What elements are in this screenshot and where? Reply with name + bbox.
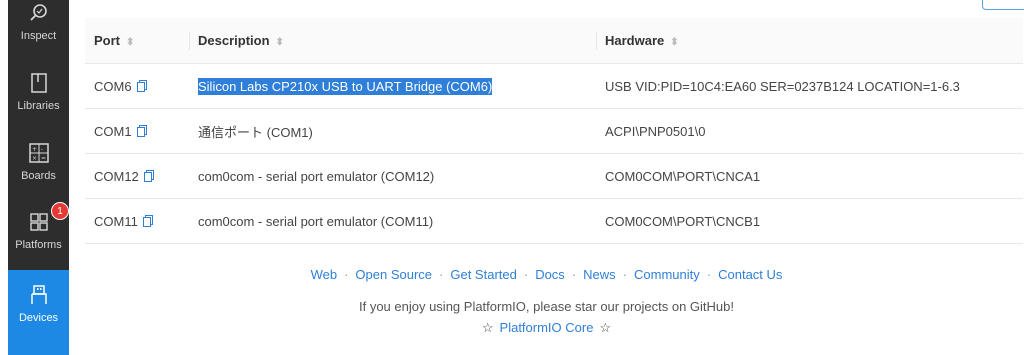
column-header-hardware[interactable]: Hardware ⬍: [596, 18, 1023, 64]
sidebar-item-devices[interactable]: Devices: [8, 270, 69, 355]
grid-icon: [26, 209, 52, 235]
table-row: COM12 com0com - serial port emulator (CO…: [85, 153, 1023, 199]
table-row: COM6 Silicon Labs CP210x USB to UART Bri…: [85, 63, 1023, 109]
footer-link-community[interactable]: Community: [634, 267, 700, 282]
footer-link-get-started[interactable]: Get Started: [450, 267, 516, 282]
sidebar: Inspect Libraries + - × = Boards Platforms …: [8, 0, 69, 355]
sidebar-item-label: Devices: [18, 312, 59, 324]
column-header-label: Description: [198, 33, 270, 48]
description-cell[interactable]: 通信ポート (COM1): [189, 108, 596, 154]
footer-message: If you enjoy using PlatformIO, please st…: [358, 299, 734, 314]
svg-text:=: =: [41, 155, 46, 162]
search-icon: [26, 0, 52, 26]
separator-dot: ·: [439, 267, 444, 282]
footer-core-row: ☆ PlatformIO Core ☆: [69, 320, 1024, 336]
footer-link-news[interactable]: News: [583, 267, 616, 282]
table-row: COM11 com0com - serial port emulator (CO…: [85, 198, 1023, 244]
sidebar-item-label: Boards: [21, 170, 56, 182]
copy-icon[interactable]: [142, 214, 153, 227]
notification-badge: 1: [51, 202, 69, 220]
sidebar-item-label: Platforms: [15, 239, 62, 251]
sidebar-item-label: Inspect: [20, 30, 57, 42]
sort-icon[interactable]: ⬍: [276, 37, 284, 48]
ports-table: Port ⬍ Description ⬍ Hardware ⬍ COM6 Silico…: [85, 18, 1023, 244]
sort-icon[interactable]: ⬍: [670, 37, 678, 48]
footer-link-open-source[interactable]: Open Source: [355, 267, 432, 282]
svg-text:×: ×: [32, 155, 37, 162]
column-header-description[interactable]: Description ⬍: [189, 18, 596, 64]
hardware-cell[interactable]: ACPI\PNP0501\0: [596, 108, 1023, 154]
sidebar-item-libraries[interactable]: Libraries: [8, 62, 69, 130]
description-cell: Silicon Labs CP210x USB to UART Bridge (…: [189, 63, 596, 109]
table-row: COM1 通信ポート (COM1) ACPI\PNP0501\0: [85, 108, 1023, 154]
calculator-icon: + - × =: [26, 140, 52, 166]
hardware-cell[interactable]: COM0COM\PORT\CNCA1: [596, 153, 1023, 199]
footer-links: Web · Open Source · Get Started · Docs · News · Co…: [69, 267, 1024, 282]
svg-text:-: -: [41, 146, 43, 153]
book-icon: [26, 70, 52, 96]
window-edge: [0, 0, 8, 355]
column-header-port[interactable]: Port ⬍: [85, 18, 189, 64]
port-name[interactable]: COM12: [94, 169, 139, 184]
port-cell: COM11: [85, 198, 189, 244]
copy-icon[interactable]: [136, 124, 147, 137]
footer-link-contact-us[interactable]: Contact Us: [718, 267, 782, 282]
separator-dot: ·: [344, 267, 349, 282]
port-name[interactable]: COM6: [94, 79, 132, 94]
column-header-label: Hardware: [605, 33, 665, 48]
footer-link-web[interactable]: Web: [311, 267, 338, 282]
column-header-label: Port: [94, 33, 120, 48]
usb-icon: [26, 282, 52, 308]
copy-icon[interactable]: [136, 79, 147, 92]
hardware-cell[interactable]: COM0COM\PORT\CNCB1: [596, 198, 1023, 244]
port-cell: COM12: [85, 153, 189, 199]
description-cell[interactable]: com0com - serial port emulator (COM12): [189, 153, 596, 199]
separator-dot: ·: [523, 267, 529, 282]
copy-icon[interactable]: [143, 169, 154, 182]
port-name[interactable]: COM1: [94, 124, 132, 139]
sort-icon[interactable]: ⬍: [126, 37, 134, 48]
star-icon: ☆: [481, 320, 494, 335]
separator-dot: ·: [706, 267, 712, 282]
port-cell: COM6: [85, 63, 189, 109]
separator-dot: ·: [571, 267, 577, 282]
platformio-core-link[interactable]: PlatformIO Core: [500, 320, 594, 335]
port-name[interactable]: COM11: [94, 214, 138, 229]
footer-link-docs[interactable]: Docs: [535, 267, 565, 282]
star-icon: ☆: [599, 320, 612, 335]
table-header-row: Port ⬍ Description ⬍ Hardware ⬍: [85, 18, 1023, 64]
description-text-selected[interactable]: Silicon Labs CP210x USB to UART Bridge (…: [198, 77, 493, 95]
port-cell: COM1: [85, 108, 189, 154]
refresh-button[interactable]: [982, 0, 1024, 10]
sidebar-item-boards[interactable]: + - × = Boards: [8, 132, 69, 200]
description-cell[interactable]: com0com - serial port emulator (COM11): [189, 198, 596, 244]
sidebar-item-label: Libraries: [17, 100, 60, 112]
sidebar-item-inspect[interactable]: Inspect: [8, 0, 69, 60]
hardware-cell[interactable]: USB VID:PID=10C4:EA60 SER=0237B124 LOCAT…: [596, 63, 1023, 109]
devices-panel: Port ⬍ Description ⬍ Hardware ⬍ COM6 Silico…: [69, 0, 1024, 355]
svg-text:+: +: [32, 146, 37, 153]
separator-dot: ·: [622, 267, 628, 282]
